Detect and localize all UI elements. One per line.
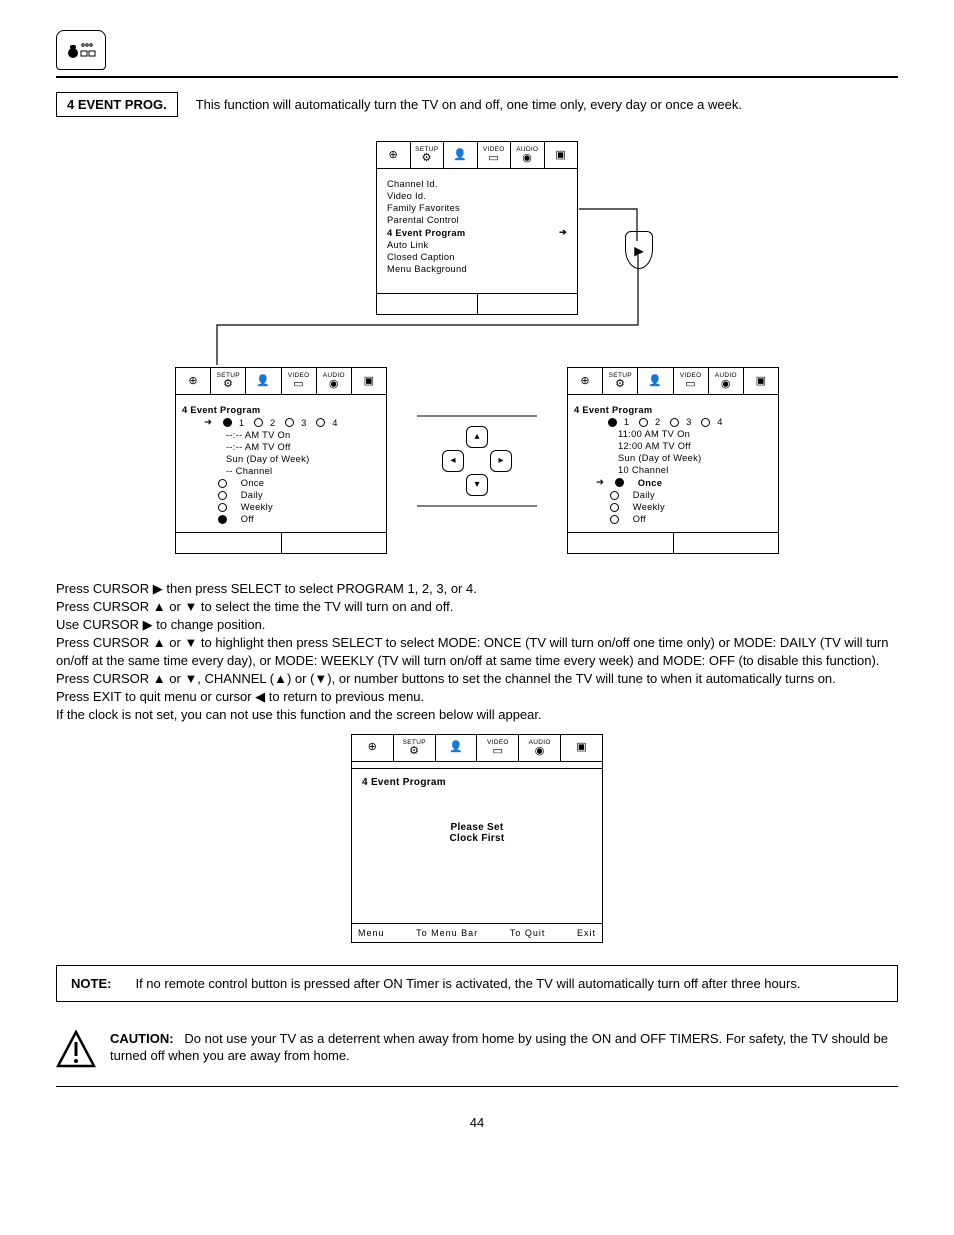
note-box: NOTE: If no remote control button is pre… <box>56 965 898 1002</box>
osd4-msg1: Please Set <box>362 822 592 833</box>
menu-item-4-event: 4 Event Program ➔ <box>387 227 567 238</box>
instruction-1: Press CURSOR ▶ then press SELECT to sele… <box>56 580 898 598</box>
osd2-tab-video: VIDEO▭ <box>282 368 317 394</box>
osd2-day: Sun (Day of Week) <box>182 454 376 464</box>
remote-cursor-right-button[interactable]: ▶ <box>625 231 653 269</box>
osd4-tab1: ⊕ <box>352 735 394 761</box>
menu-item-video-id: Video Id. <box>387 191 567 201</box>
caution-label: CAUTION: <box>110 1031 174 1046</box>
osd2-mode-daily: Daily <box>182 490 376 500</box>
osd3-tab-person: 👤 <box>638 368 673 394</box>
osd3-tv-on: 11:00 AM TV On <box>574 429 768 439</box>
menu-item-cc: Closed Caption <box>387 252 567 262</box>
osd2-prog-nums: ➔ 1 2 3 4 <box>182 417 376 428</box>
note-label: NOTE: <box>71 976 111 991</box>
osd-main-menu: ⊕ SETUP⚙ 👤 VIDEO▭ AUDIO◉ ▣ Channel Id. V… <box>376 141 578 315</box>
instruction-2: Press CURSOR ▲ or ▼ to select the time t… <box>56 598 898 616</box>
menu-item-autolink: Auto Link <box>387 240 567 250</box>
page-number: 44 <box>56 1115 898 1130</box>
instruction-5: Press CURSOR ▲ or ▼, CHANNEL (▲) or (▼),… <box>56 670 898 688</box>
osd4-status-menu: Menu <box>358 928 385 938</box>
osd3-mode-weekly: Weekly <box>574 502 768 512</box>
osd3-title: 4 Event Program <box>574 405 768 415</box>
osd3-tab-audio: AUDIO◉ <box>709 368 744 394</box>
osd3-tab-setup: SETUP⚙ <box>603 368 638 394</box>
header-setup-icon <box>56 30 106 70</box>
osd-tab-pip: ▣ <box>545 142 578 168</box>
osd2-title: 4 Event Program <box>182 405 376 415</box>
remote-dpad[interactable]: ▴ ◂ ▸ ▾ <box>442 426 512 496</box>
caution-text: Do not use your TV as a deterrent when a… <box>110 1031 888 1064</box>
osd3-day: Sun (Day of Week) <box>574 453 768 463</box>
osd4-msg2: Clock First <box>362 833 592 844</box>
osd4-status-exit: Exit <box>577 928 596 938</box>
menu-item-channel-id: Channel Id. <box>387 179 567 189</box>
osd3-mode-off: Off <box>574 514 768 524</box>
osd3-tab1: ⊕ <box>568 368 603 394</box>
note-text: If no remote control button is pressed a… <box>135 976 800 991</box>
osd4-tab-person: 👤 <box>436 735 478 761</box>
osd2-mode-once: Once <box>182 478 376 488</box>
osd-event-after: ⊕ SETUP⚙ 👤 VIDEO▭ AUDIO◉ ▣ 4 Event Progr… <box>567 367 779 554</box>
dpad-up[interactable]: ▴ <box>466 426 488 448</box>
section-description: This function will automatically turn th… <box>196 92 742 117</box>
osd2-tv-on: --:-- AM TV On <box>182 430 376 440</box>
osd4-tab-setup: SETUP⚙ <box>394 735 436 761</box>
osd4-title: 4 Event Program <box>362 777 592 788</box>
menu-item-family-fav: Family Favorites <box>387 203 567 213</box>
osd-tab-setup: SETUP⚙ <box>411 142 445 168</box>
warning-triangle-icon <box>56 1030 96 1074</box>
osd-event-before: ⊕ SETUP⚙ 👤 VIDEO▭ AUDIO◉ ▣ 4 Event Progr… <box>175 367 387 554</box>
osd2-mode-weekly: Weekly <box>182 502 376 512</box>
osd-tab-blank1: ⊕ <box>377 142 411 168</box>
osd2-channel: -- Channel <box>182 466 376 476</box>
osd-clock-warning: ⊕ SETUP⚙ 👤 VIDEO▭ AUDIO◉ ▣ 4 Event Progr… <box>351 734 603 943</box>
osd3-tab-pip: ▣ <box>744 368 778 394</box>
arrow-right-icon: ➔ <box>596 477 604 488</box>
osd3-channel: 10 Channel <box>574 465 768 475</box>
dpad-left[interactable]: ◂ <box>442 450 464 472</box>
osd2-tab-setup: SETUP⚙ <box>211 368 246 394</box>
header-rule <box>56 76 898 78</box>
osd3-tab-video: VIDEO▭ <box>674 368 709 394</box>
osd4-tab-audio: AUDIO◉ <box>519 735 561 761</box>
osd2-tab-audio: AUDIO◉ <box>317 368 352 394</box>
osd-tab-audio: AUDIO◉ <box>511 142 545 168</box>
dpad-down[interactable]: ▾ <box>466 474 488 496</box>
osd4-tab-pip: ▣ <box>561 735 602 761</box>
osd3-tv-off: 12:00 AM TV Off <box>574 441 768 451</box>
osd-tab-person: 👤 <box>444 142 478 168</box>
osd4-tab-video: VIDEO▭ <box>477 735 519 761</box>
osd4-status-quit: To Quit <box>510 928 546 938</box>
osd3-mode-daily: Daily <box>574 490 768 500</box>
section-title: 4 EVENT PROG. <box>67 97 167 112</box>
osd2-tv-off: --:-- AM TV Off <box>182 442 376 452</box>
instruction-6: Press EXIT to quit menu or cursor ◀ to r… <box>56 688 898 706</box>
osd2-tab-pip: ▣ <box>352 368 386 394</box>
osd4-status-tobar: To Menu Bar <box>416 928 478 938</box>
dpad-right[interactable]: ▸ <box>490 450 512 472</box>
instruction-7: If the clock is not set, you can not use… <box>56 706 898 724</box>
osd3-mode-once: ➔ Once <box>574 477 768 488</box>
instruction-4: Press CURSOR ▲ or ▼ to highlight then pr… <box>56 634 898 670</box>
instruction-3: Use CURSOR ▶ to change position. <box>56 616 898 634</box>
osd2-tab1: ⊕ <box>176 368 211 394</box>
menu-item-menu-bg: Menu Background <box>387 264 567 274</box>
arrow-right-icon: ➔ <box>204 417 212 428</box>
osd-tab-video: VIDEO▭ <box>478 142 512 168</box>
osd2-mode-off: Off <box>182 514 376 524</box>
arrow-right-icon: ➔ <box>559 227 567 238</box>
osd2-tab-person: 👤 <box>246 368 281 394</box>
osd3-prog-nums: 1 2 3 4 <box>574 417 768 427</box>
menu-item-parental: Parental Control <box>387 215 567 225</box>
section-title-box: 4 EVENT PROG. <box>56 92 178 117</box>
